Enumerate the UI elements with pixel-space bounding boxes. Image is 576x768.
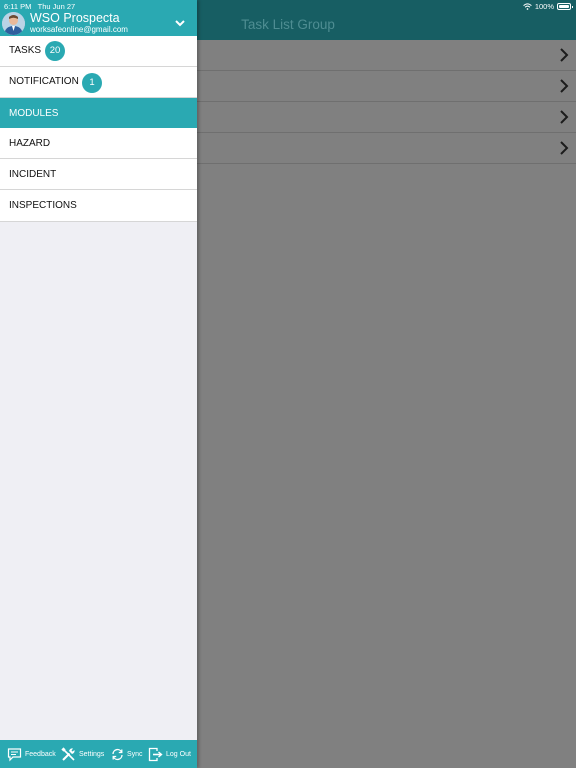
feedback-icon (7, 747, 22, 761)
menu-item-hazard[interactable]: HAZARD (0, 128, 197, 159)
logout-label: Log Out (166, 750, 191, 758)
modules-section-header: MODULES (0, 98, 197, 128)
battery-icon (557, 3, 573, 10)
menu-item-notification[interactable]: NOTIFICATION 1 (0, 67, 197, 98)
status-bar-right: 100% (523, 2, 573, 11)
menu-item-label: INSPECTIONS (9, 200, 77, 211)
battery-percent: 100% (534, 2, 554, 11)
drawer-footer-toolbar: Feedback Settings Sync Log Out (0, 740, 197, 768)
menu-item-incident[interactable]: INCIDENT (0, 159, 197, 190)
menu-item-inspections[interactable]: INSPECTIONS (0, 190, 197, 222)
menu-item-label: HAZARD (9, 138, 51, 149)
settings-label: Settings (79, 750, 105, 758)
settings-button[interactable]: Settings (61, 740, 104, 768)
sync-icon (112, 748, 123, 760)
chevron-right-icon (560, 141, 569, 155)
status-time: 6:11 PM Thu Jun 27 (4, 2, 76, 11)
logout-button[interactable]: Log Out (148, 740, 191, 768)
wifi-icon (523, 3, 532, 10)
side-drawer: 6:11 PM Thu Jun 27 WSO Prospecta worksaf… (0, 0, 197, 768)
drawer-header[interactable]: 6:11 PM Thu Jun 27 WSO Prospecta worksaf… (0, 0, 197, 36)
feedback-label: Feedback (25, 750, 56, 758)
chevron-right-icon (560, 110, 569, 124)
menu-item-label: TASKS (9, 45, 42, 56)
section-header-label: MODULES (9, 108, 59, 119)
chevron-right-icon (560, 48, 569, 62)
chevron-down-icon[interactable] (174, 18, 186, 28)
logout-icon (148, 747, 163, 761)
notification-count-badge: 1 (82, 73, 102, 93)
menu-item-label: INCIDENT (9, 169, 57, 180)
menu-item-label: NOTIFICATION (9, 76, 79, 87)
user-avatar (2, 12, 25, 35)
user-email: worksafeonline@gmail.com (30, 25, 128, 34)
sync-label: Sync (127, 750, 143, 758)
menu-item-tasks[interactable]: TASKS 20 (0, 36, 197, 67)
sync-button[interactable]: Sync (111, 740, 143, 768)
chevron-right-icon (560, 79, 569, 93)
tasks-count-badge: 20 (45, 41, 65, 61)
user-name: WSO Prospecta (30, 11, 120, 25)
feedback-button[interactable]: Feedback (7, 740, 56, 768)
settings-icon (61, 746, 75, 761)
